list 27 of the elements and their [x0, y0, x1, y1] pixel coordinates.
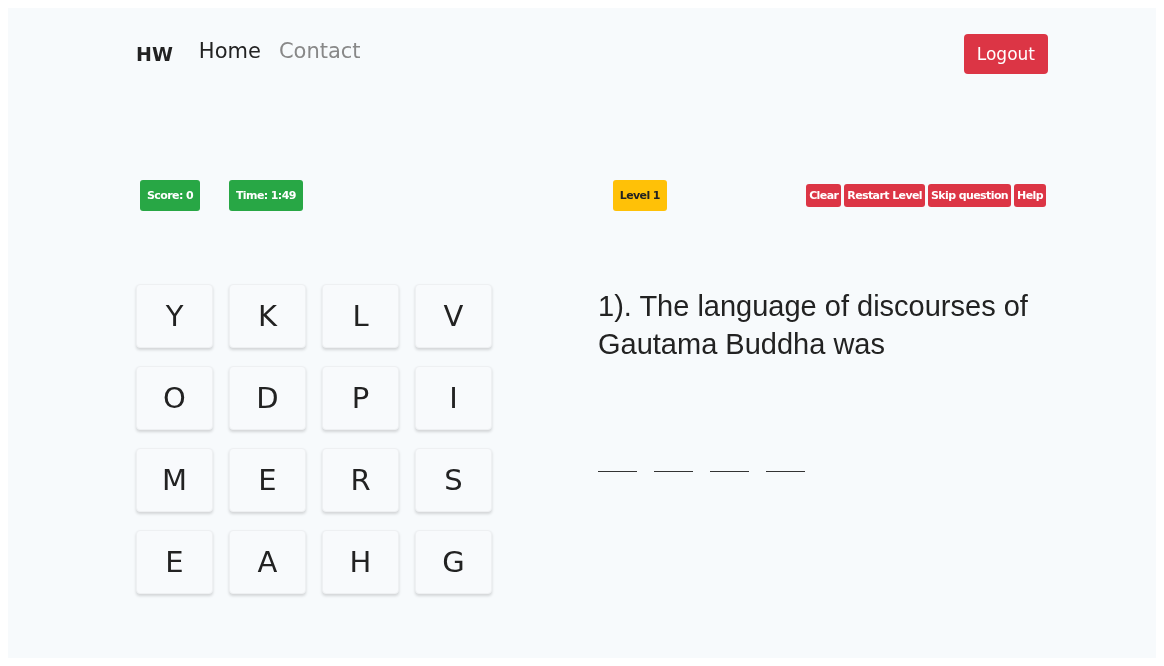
- nav-link[interactable]: Home: [198, 39, 261, 63]
- letter-tile[interactable]: L: [322, 284, 399, 348]
- score-badge: Score: 0: [140, 179, 200, 211]
- letter-tile[interactable]: S: [415, 448, 492, 512]
- letter-tile[interactable]: R: [322, 448, 399, 512]
- action-button[interactable]: Restart Level: [844, 183, 926, 207]
- letter-tile[interactable]: I: [415, 366, 492, 430]
- letter-tile[interactable]: Y: [136, 284, 213, 348]
- letter-tile[interactable]: K: [229, 284, 306, 348]
- letter-tile[interactable]: P: [322, 366, 399, 430]
- letter-tile[interactable]: A: [229, 530, 306, 594]
- letter-tile[interactable]: G: [415, 530, 492, 594]
- letter-tile[interactable]: H: [322, 530, 399, 594]
- level-badge: Level 1: [612, 179, 667, 211]
- letter-tile[interactable]: V: [415, 284, 492, 348]
- action-button[interactable]: Help: [1014, 183, 1046, 207]
- timer-badge: Time: 1:49: [228, 179, 303, 211]
- logout-button[interactable]: Logout: [963, 34, 1048, 74]
- letter-tile[interactable]: E: [136, 530, 213, 594]
- letter-tile[interactable]: E: [229, 448, 306, 512]
- action-button[interactable]: Clear: [806, 183, 842, 207]
- action-button[interactable]: Skip question: [928, 183, 1012, 207]
- question-text: 1). The language of discourses of Gautama Buddha was: [598, 289, 1029, 362]
- letter-tile[interactable]: O: [136, 366, 213, 430]
- letter-tile[interactable]: M: [136, 448, 213, 512]
- letter-tile[interactable]: D: [229, 366, 306, 430]
- brand-logo[interactable]: HW: [136, 37, 173, 65]
